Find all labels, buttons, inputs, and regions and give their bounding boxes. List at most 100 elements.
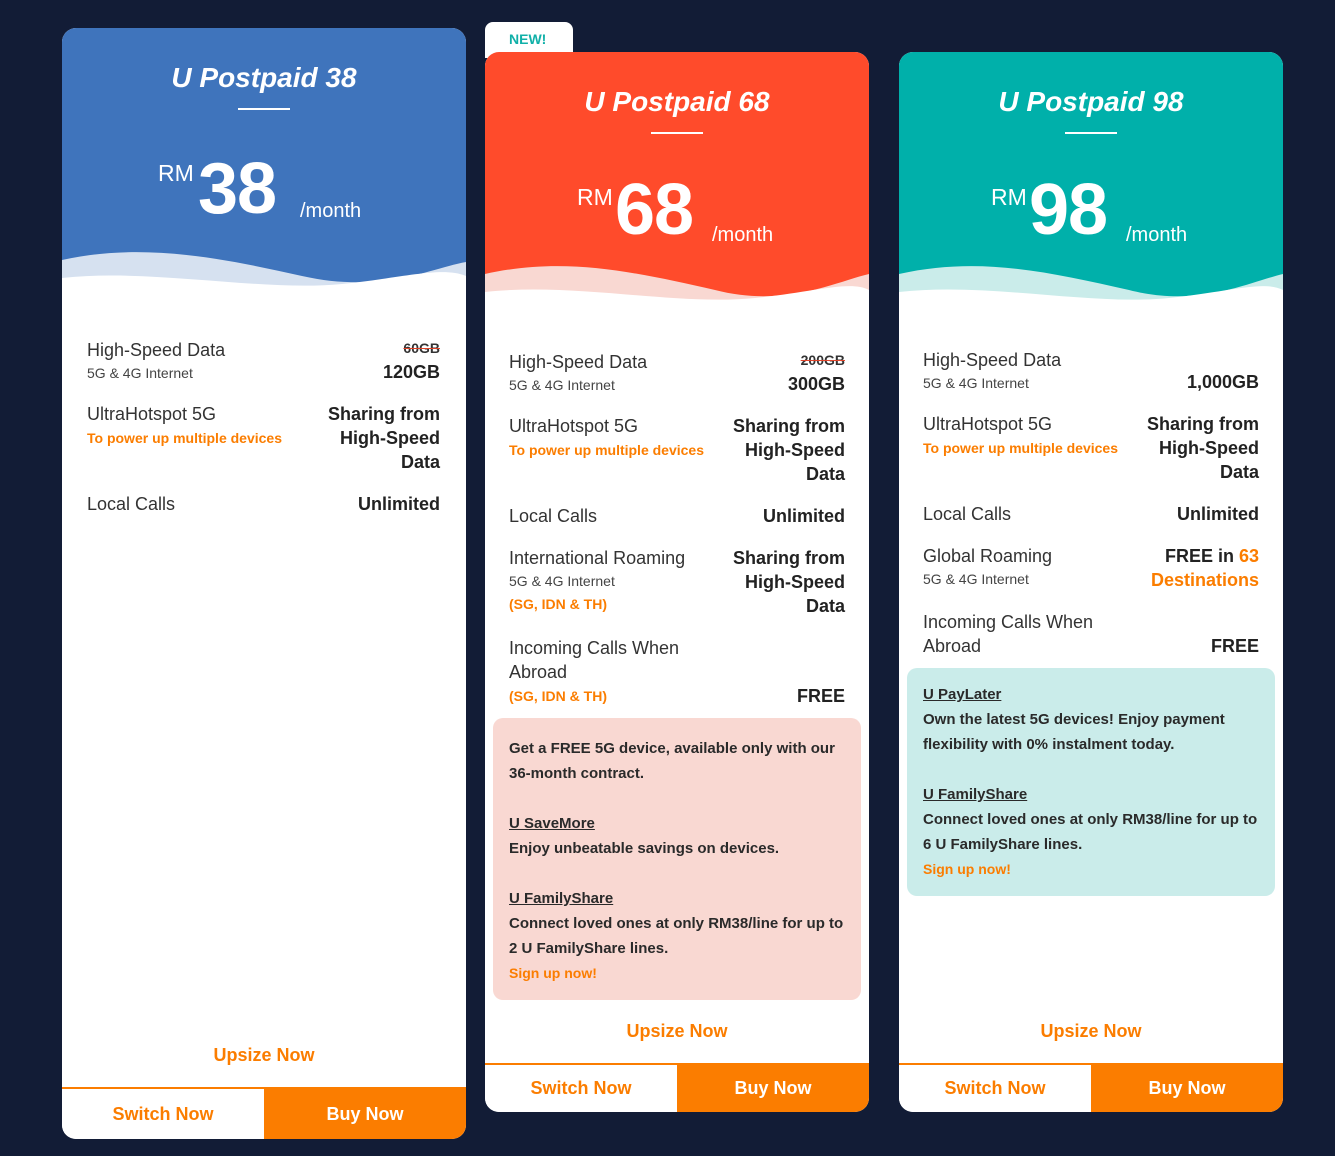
feature-value: 1,000GB (1186, 372, 1259, 392)
feature-label: Local Calls (509, 506, 598, 526)
feature-value: Sharing from High-Speed Data (732, 548, 845, 616)
buy-now-button[interactable]: Buy Now (677, 1065, 869, 1112)
plan-title: U Postpaid 68 (584, 86, 770, 117)
feature-row-ultrahotspot: UltraHotspot 5G To power up multiple dev… (87, 402, 440, 474)
feature-note: (SG, IDN & TH) (509, 688, 607, 704)
plan-card-postpaid-38: U Postpaid 38 RM 38 /month High-Speed Da… (62, 28, 466, 1139)
feature-row-local-calls: Local Calls Unlimited (923, 502, 1259, 526)
promo-text: Enjoy unbeatable savings on devices. (509, 840, 780, 857)
feature-note: To power up multiple devices (509, 442, 704, 458)
feature-label: UltraHotspot 5G (923, 414, 1053, 434)
switch-now-button[interactable]: Switch Now (62, 1089, 264, 1139)
price-currency: RM (577, 184, 613, 210)
plan-title: U Postpaid 98 (998, 86, 1184, 117)
plan-footer: Upsize Now Switch Now Buy Now (485, 1011, 869, 1112)
feature-value: Unlimited (357, 494, 440, 514)
header-wave-decoration (899, 266, 1283, 322)
header-wave-decoration (62, 252, 466, 308)
price-period: /month (300, 200, 362, 222)
title-divider (651, 132, 703, 134)
feature-sublabel: 5G & 4G Internet (509, 573, 615, 589)
feature-note: To power up multiple devices (87, 430, 282, 446)
feature-row-high-speed-data: High-Speed Data 5G & 4G Internet 200GB 3… (509, 348, 845, 396)
feature-label: Global Roaming (923, 546, 1053, 566)
feature-value: FREE (1210, 636, 1259, 656)
switch-now-button[interactable]: Switch Now (485, 1065, 677, 1112)
feature-row-incoming-calls-abroad: Incoming Calls When Abroad (SG, IDN & TH… (509, 636, 845, 708)
feature-row-local-calls: Local Calls Unlimited (87, 492, 440, 516)
feature-label: Local Calls (923, 504, 1012, 524)
feature-list: High-Speed Data 5G & 4G Internet 60GB 12… (62, 308, 466, 516)
promo-link-u-familyshare[interactable]: U FamilyShare (923, 782, 1259, 807)
sign-up-now-link[interactable]: Sign up now! (923, 857, 1259, 882)
feature-row-global-roaming: Global Roaming 5G & 4G Internet FREE in … (923, 544, 1259, 592)
feature-row-high-speed-data: High-Speed Data 5G & 4G Internet 60GB 12… (87, 336, 440, 384)
upsize-now-link[interactable]: Upsize Now (485, 1011, 869, 1063)
price-amount: 68 (615, 170, 694, 250)
feature-sublabel: 5G & 4G Internet (509, 377, 615, 393)
feature-note: (SG, IDN & TH) (509, 596, 607, 612)
price-amount: 98 (1029, 170, 1108, 250)
feature-old-value: 200GB (800, 352, 845, 368)
feature-value: 120GB (382, 362, 440, 382)
feature-label: International Roaming (509, 548, 686, 568)
promo-text: Own the latest 5G devices! Enjoy payment… (923, 711, 1225, 753)
feature-old-value: 60GB (403, 340, 440, 356)
feature-row-ultrahotspot: UltraHotspot 5G To power up multiple dev… (509, 414, 845, 486)
feature-value: 300GB (787, 374, 845, 394)
feature-value: Unlimited (762, 506, 845, 526)
plan-footer: Upsize Now Switch Now Buy Now (899, 1011, 1283, 1112)
price-currency: RM (158, 160, 194, 186)
feature-label: High-Speed Data (509, 352, 648, 372)
price-period: /month (1126, 224, 1188, 246)
feature-value: Sharing from High-Speed Data (732, 416, 845, 484)
feature-list: High-Speed Data 5G & 4G Internet 1,000GB… (899, 322, 1283, 658)
sign-up-now-link[interactable]: Sign up now! (509, 961, 845, 986)
feature-label: High-Speed Data (923, 350, 1062, 370)
feature-label: Incoming Calls When Abroad (509, 638, 680, 682)
switch-now-button[interactable]: Switch Now (899, 1065, 1091, 1112)
promo-box: U PayLater Own the latest 5G devices! En… (907, 668, 1275, 896)
feature-row-high-speed-data: High-Speed Data 5G & 4G Internet 1,000GB (923, 348, 1259, 394)
feature-row-local-calls: Local Calls Unlimited (509, 504, 845, 528)
promo-link-u-savemore[interactable]: U SaveMore (509, 811, 845, 836)
plan-price: RM 68 /month (485, 174, 869, 264)
feature-label: Local Calls (87, 494, 176, 514)
feature-value-prefix: FREE in (1164, 546, 1239, 566)
plan-header: U Postpaid 98 RM 98 /month (899, 52, 1283, 322)
promo-link-u-familyshare[interactable]: U FamilyShare (509, 886, 845, 911)
plan-price: RM 38 /month (62, 150, 466, 240)
feature-sublabel: 5G & 4G Internet (87, 365, 193, 381)
price-currency: RM (991, 184, 1027, 210)
plan-actions: Switch Now Buy Now (485, 1063, 869, 1112)
promo-intro: Get a FREE 5G device, available only wit… (509, 740, 835, 782)
feature-label: High-Speed Data (87, 340, 226, 360)
plan-card-postpaid-68: U Postpaid 68 RM 68 /month High-Speed Da… (485, 52, 869, 1112)
feature-value: Sharing from High-Speed Data (1146, 414, 1259, 482)
promo-box: Get a FREE 5G device, available only wit… (493, 718, 861, 1000)
upsize-now-link[interactable]: Upsize Now (899, 1011, 1283, 1063)
feature-value: FREE (796, 686, 845, 706)
feature-label: UltraHotspot 5G (509, 416, 639, 436)
feature-sublabel: 5G & 4G Internet (923, 571, 1029, 587)
upsize-now-link[interactable]: Upsize Now (62, 1035, 466, 1087)
feature-row-international-roaming: International Roaming 5G & 4G Internet (… (509, 546, 845, 618)
plan-title: U Postpaid 38 (171, 62, 357, 93)
feature-value: Unlimited (1176, 504, 1259, 524)
feature-sublabel: 5G & 4G Internet (923, 375, 1029, 391)
title-divider (1065, 132, 1117, 134)
plan-price: RM 98 /month (899, 174, 1283, 264)
promo-link-u-paylater[interactable]: U PayLater (923, 682, 1259, 707)
buy-now-button[interactable]: Buy Now (1091, 1065, 1283, 1112)
plan-header: U Postpaid 68 RM 68 /month (485, 52, 869, 322)
feature-row-ultrahotspot: UltraHotspot 5G To power up multiple dev… (923, 412, 1259, 484)
feature-label: Incoming Calls When Abroad (923, 612, 1094, 656)
plan-footer: Upsize Now Switch Now Buy Now (62, 1035, 466, 1139)
plan-header: U Postpaid 38 RM 38 /month (62, 28, 466, 308)
feature-note: To power up multiple devices (923, 440, 1118, 456)
feature-label: UltraHotspot 5G (87, 404, 217, 424)
promo-text: Connect loved ones at only RM38/line for… (509, 915, 844, 957)
feature-row-incoming-calls-abroad: Incoming Calls When Abroad FREE (923, 610, 1259, 658)
feature-list: High-Speed Data 5G & 4G Internet 200GB 3… (485, 322, 869, 708)
buy-now-button[interactable]: Buy Now (264, 1089, 466, 1139)
